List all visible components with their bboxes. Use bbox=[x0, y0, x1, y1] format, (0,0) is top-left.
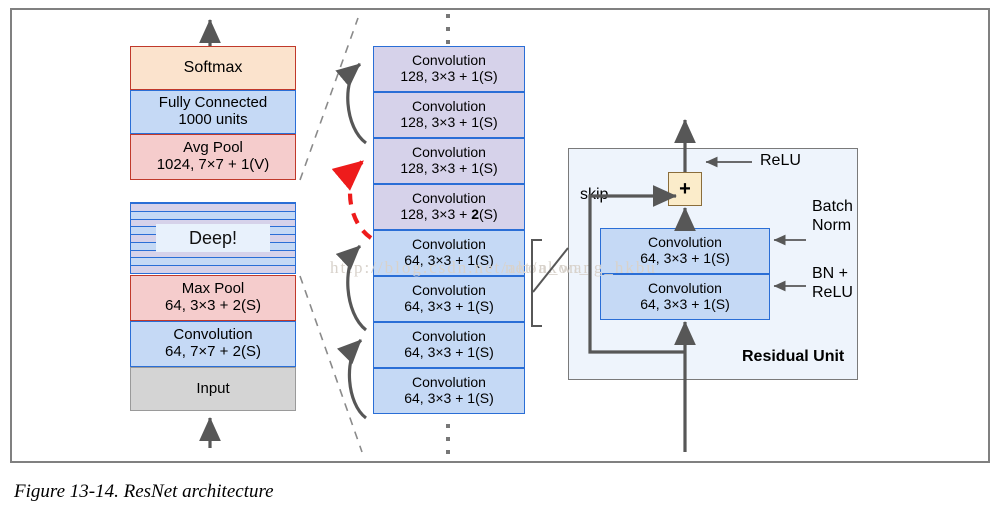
middle-conv-block: Convolution 64, 3×3 + 1(S) bbox=[373, 276, 525, 322]
middle-conv-block-line1: Convolution bbox=[412, 374, 486, 391]
left-block-convolution: Convolution 64, 7×7 + 2(S) bbox=[130, 321, 296, 367]
middle-conv-block-line2: 128, 3×3 + 1(S) bbox=[400, 68, 498, 85]
figure-page: Softmax Fully Connected 1000 units Avg P… bbox=[0, 0, 1002, 514]
bn-relu-label: BN + ReLU bbox=[812, 265, 853, 303]
middle-conv-block: Convolution 128, 3×3 + 2(S) bbox=[373, 184, 525, 230]
middle-conv-stride-value: 2 bbox=[471, 206, 479, 222]
relu-label: ReLU bbox=[760, 152, 801, 169]
residual-conv-bottom-line1: Convolution bbox=[648, 280, 722, 297]
left-block-fully-connected-line1: Fully Connected bbox=[158, 94, 268, 112]
middle-conv-stride-value: 1 bbox=[467, 390, 476, 406]
deep-stripe bbox=[131, 265, 295, 273]
plus-icon: + bbox=[679, 177, 691, 200]
left-block-max-pool-line2: 64, 3×3 + 2(S) bbox=[165, 297, 261, 314]
figure-caption: Figure 13-14. ResNet architecture bbox=[14, 481, 274, 502]
middle-conv-stride-value: 1 bbox=[471, 114, 479, 130]
middle-conv-line2-prefix: 128, 3×3 + bbox=[400, 68, 472, 84]
middle-conv-block-line1: Convolution bbox=[412, 190, 486, 207]
middle-conv-block-line2: 64, 3×3 + 1(S) bbox=[404, 390, 494, 407]
residual-conv-bottom: Convolution 64, 3×3 + 1(S) bbox=[600, 274, 770, 320]
bn-relu-label-line1: BN + bbox=[812, 265, 849, 282]
middle-conv-line2-prefix: 64, 3×3 + bbox=[404, 298, 468, 314]
middle-conv-block: Convolution 64, 3×3 + 1(S) bbox=[373, 368, 525, 414]
middle-conv-block: Convolution 64, 3×3 + 1(S) bbox=[373, 322, 525, 368]
middle-conv-block-line1: Convolution bbox=[412, 282, 486, 299]
middle-conv-line2-suffix: (S) bbox=[478, 114, 498, 130]
bn-relu-label-line2: ReLU bbox=[812, 283, 853, 301]
left-block-avg-pool-line1: Avg Pool bbox=[183, 139, 243, 157]
middle-conv-line2-prefix: 64, 3×3 + bbox=[404, 344, 468, 360]
left-block-input: Input bbox=[130, 367, 296, 411]
middle-conv-line2-prefix: 64, 3×3 + bbox=[404, 390, 468, 406]
batch-norm-label-line2: Norm bbox=[812, 216, 852, 234]
left-block-convolution-line2: 64, 7×7 + 2(S) bbox=[165, 343, 261, 360]
left-block-avg-pool: Avg Pool 1024, 7×7 + 1(V) bbox=[130, 134, 296, 180]
residual-conv-bottom-line2: 64, 3×3 + 1(S) bbox=[640, 296, 730, 312]
watermark-left: http://blog.csdn.net/akon_wang_hkbu bbox=[330, 258, 657, 277]
middle-conv-line2-suffix: (S) bbox=[478, 68, 498, 84]
middle-conv-block: Convolution 128, 3×3 + 1(S) bbox=[373, 138, 525, 184]
middle-conv-block-line2: 128, 3×3 + 1(S) bbox=[400, 114, 498, 131]
watermark-right: net/akon_ bbox=[505, 258, 591, 277]
middle-conv-line2-suffix: (S) bbox=[475, 390, 494, 406]
batch-norm-label-line1: Batch bbox=[812, 198, 853, 215]
left-block-max-pool: Max Pool 64, 3×3 + 2(S) bbox=[130, 275, 296, 321]
left-block-convolution-line1: Convolution bbox=[173, 326, 253, 344]
middle-conv-block-line1: Convolution bbox=[412, 98, 486, 115]
left-block-avg-pool-line2: 1024, 7×7 + 1(V) bbox=[156, 156, 270, 173]
left-block-softmax-line1: Softmax bbox=[183, 59, 243, 77]
middle-conv-line2-suffix: (S) bbox=[475, 298, 494, 314]
left-block-softmax: Softmax bbox=[130, 46, 296, 90]
middle-conv-block: Convolution 128, 3×3 + 1(S) bbox=[373, 46, 525, 92]
left-block-fully-connected-line2: 1000 units bbox=[178, 111, 248, 128]
middle-stack-top-ellipsis bbox=[446, 14, 450, 44]
residual-conv-top-line1: Convolution bbox=[648, 234, 722, 251]
middle-conv-line2-prefix: 128, 3×3 + bbox=[400, 206, 472, 222]
middle-conv-line2-suffix: (S) bbox=[475, 344, 494, 360]
left-block-max-pool-line1: Max Pool bbox=[181, 280, 245, 298]
residual-add-node: + bbox=[668, 172, 702, 206]
middle-conv-line2-suffix: (S) bbox=[478, 160, 498, 176]
middle-conv-line2-suffix: (S) bbox=[478, 206, 498, 222]
middle-conv-stride-value: 1 bbox=[467, 344, 476, 360]
left-block-deep-label: Deep! bbox=[156, 224, 270, 252]
middle-conv-stride-value: 1 bbox=[467, 298, 476, 314]
middle-conv-block-line2: 128, 3×3 + 2(S) bbox=[400, 206, 498, 223]
middle-conv-block-line1: Convolution bbox=[412, 236, 486, 253]
middle-conv-block-line2: 64, 3×3 + 1(S) bbox=[404, 298, 494, 315]
middle-conv-block: Convolution 128, 3×3 + 1(S) bbox=[373, 92, 525, 138]
left-block-fully-connected: Fully Connected 1000 units bbox=[130, 90, 296, 134]
residual-unit-title: Residual Unit bbox=[742, 348, 845, 365]
middle-conv-block-line1: Convolution bbox=[412, 144, 486, 161]
left-block-deep-text: Deep! bbox=[188, 227, 238, 248]
skip-connection-label: skip bbox=[580, 186, 609, 203]
middle-conv-block-line1: Convolution bbox=[412, 328, 486, 345]
middle-conv-block-line1: Convolution bbox=[412, 52, 486, 69]
middle-conv-line2-prefix: 128, 3×3 + bbox=[400, 160, 472, 176]
middle-conv-stride-value: 1 bbox=[471, 160, 479, 176]
middle-conv-line2-prefix: 128, 3×3 + bbox=[400, 114, 472, 130]
middle-conv-stride-value: 1 bbox=[471, 68, 479, 84]
middle-conv-block-line2: 128, 3×3 + 1(S) bbox=[400, 160, 498, 177]
batch-norm-label: Batch Norm bbox=[812, 198, 853, 236]
middle-stack-bottom-ellipsis bbox=[446, 424, 450, 454]
left-block-input-line1: Input bbox=[196, 379, 230, 397]
middle-conv-block-line2: 64, 3×3 + 1(S) bbox=[404, 344, 494, 361]
